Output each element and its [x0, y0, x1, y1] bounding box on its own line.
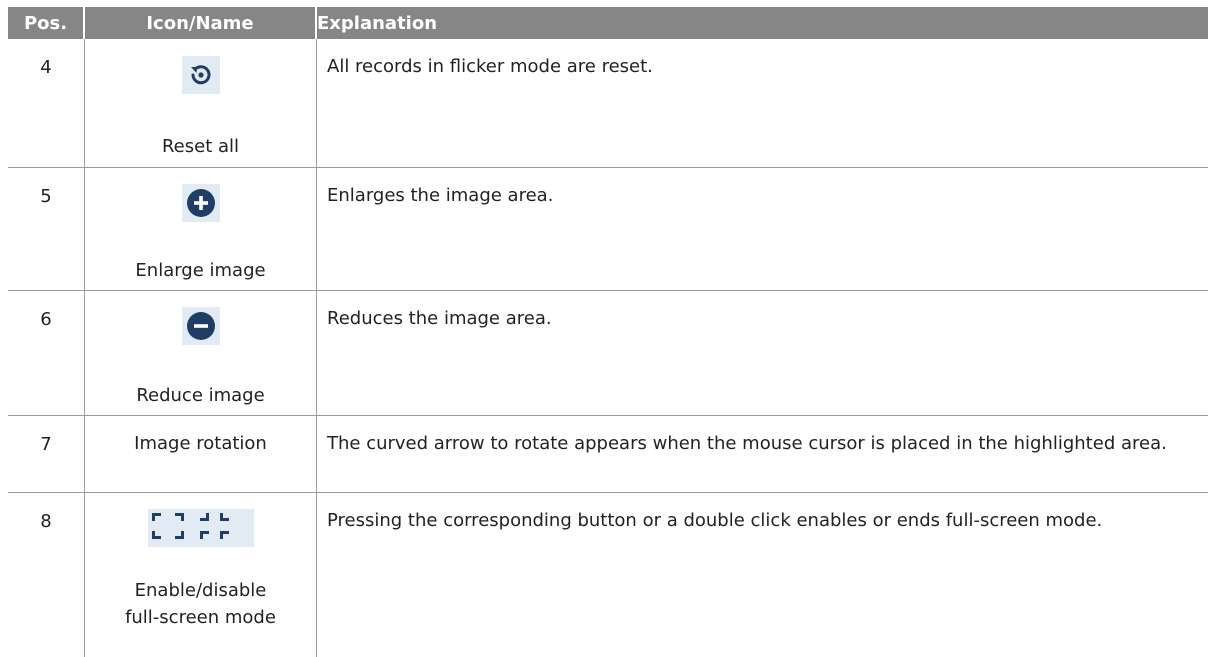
- table-row: 8 Enable/disable full-screen mode Pressi…: [8, 493, 1208, 657]
- row-name-line2: full-screen mode: [125, 607, 276, 628]
- row-pos: 8: [8, 493, 85, 657]
- fullscreen-toggle-icon: [148, 509, 254, 547]
- row-icon-cell: Enable/disable full-screen mode: [85, 493, 317, 657]
- row-name: Image rotation: [134, 433, 267, 454]
- table-row: 5 Enlarge image Enlarges the image area.: [8, 168, 1208, 291]
- row-icon-cell: Enlarge image: [85, 168, 317, 290]
- row-icon-cell: Image rotation: [85, 416, 317, 492]
- zoom-in-icon: [182, 184, 220, 222]
- table-row: 7 Image rotation The curved arrow to rot…: [8, 416, 1208, 493]
- row-name: Reduce image: [136, 385, 265, 406]
- zoom-out-icon: [182, 307, 220, 345]
- icon-reference-table: Pos. Icon/Name Explanation 4 Reset all A…: [8, 7, 1208, 657]
- row-explanation: Pressing the corresponding button or a d…: [327, 510, 1103, 531]
- table-row: 6 Reduce image Reduces the image area.: [8, 291, 1208, 416]
- row-pos: 6: [8, 291, 85, 415]
- row-pos: 7: [8, 416, 85, 492]
- row-explanation: Enlarges the image area.: [327, 185, 554, 206]
- row-explanation: The curved arrow to rotate appears when …: [327, 433, 1167, 454]
- row-name: Reset all: [161, 136, 240, 157]
- column-header-icon-name: Icon/Name: [85, 7, 315, 39]
- table-row: 4 Reset all All records in flicker mode …: [8, 39, 1208, 168]
- column-header-pos: Pos.: [8, 7, 83, 39]
- row-name-line1: Enable/disable: [134, 580, 267, 601]
- row-explanation: Reduces the image area.: [327, 308, 552, 329]
- row-icon-cell: Reset all: [85, 39, 317, 167]
- reset-all-icon: [182, 56, 220, 94]
- row-pos: 5: [8, 168, 85, 290]
- row-pos: 4: [8, 39, 85, 167]
- row-icon-cell: Reduce image: [85, 291, 317, 415]
- column-header-explanation: Explanation: [317, 7, 1208, 39]
- row-name: Enlarge image: [135, 260, 266, 281]
- row-explanation: All records in flicker mode are reset.: [327, 56, 653, 77]
